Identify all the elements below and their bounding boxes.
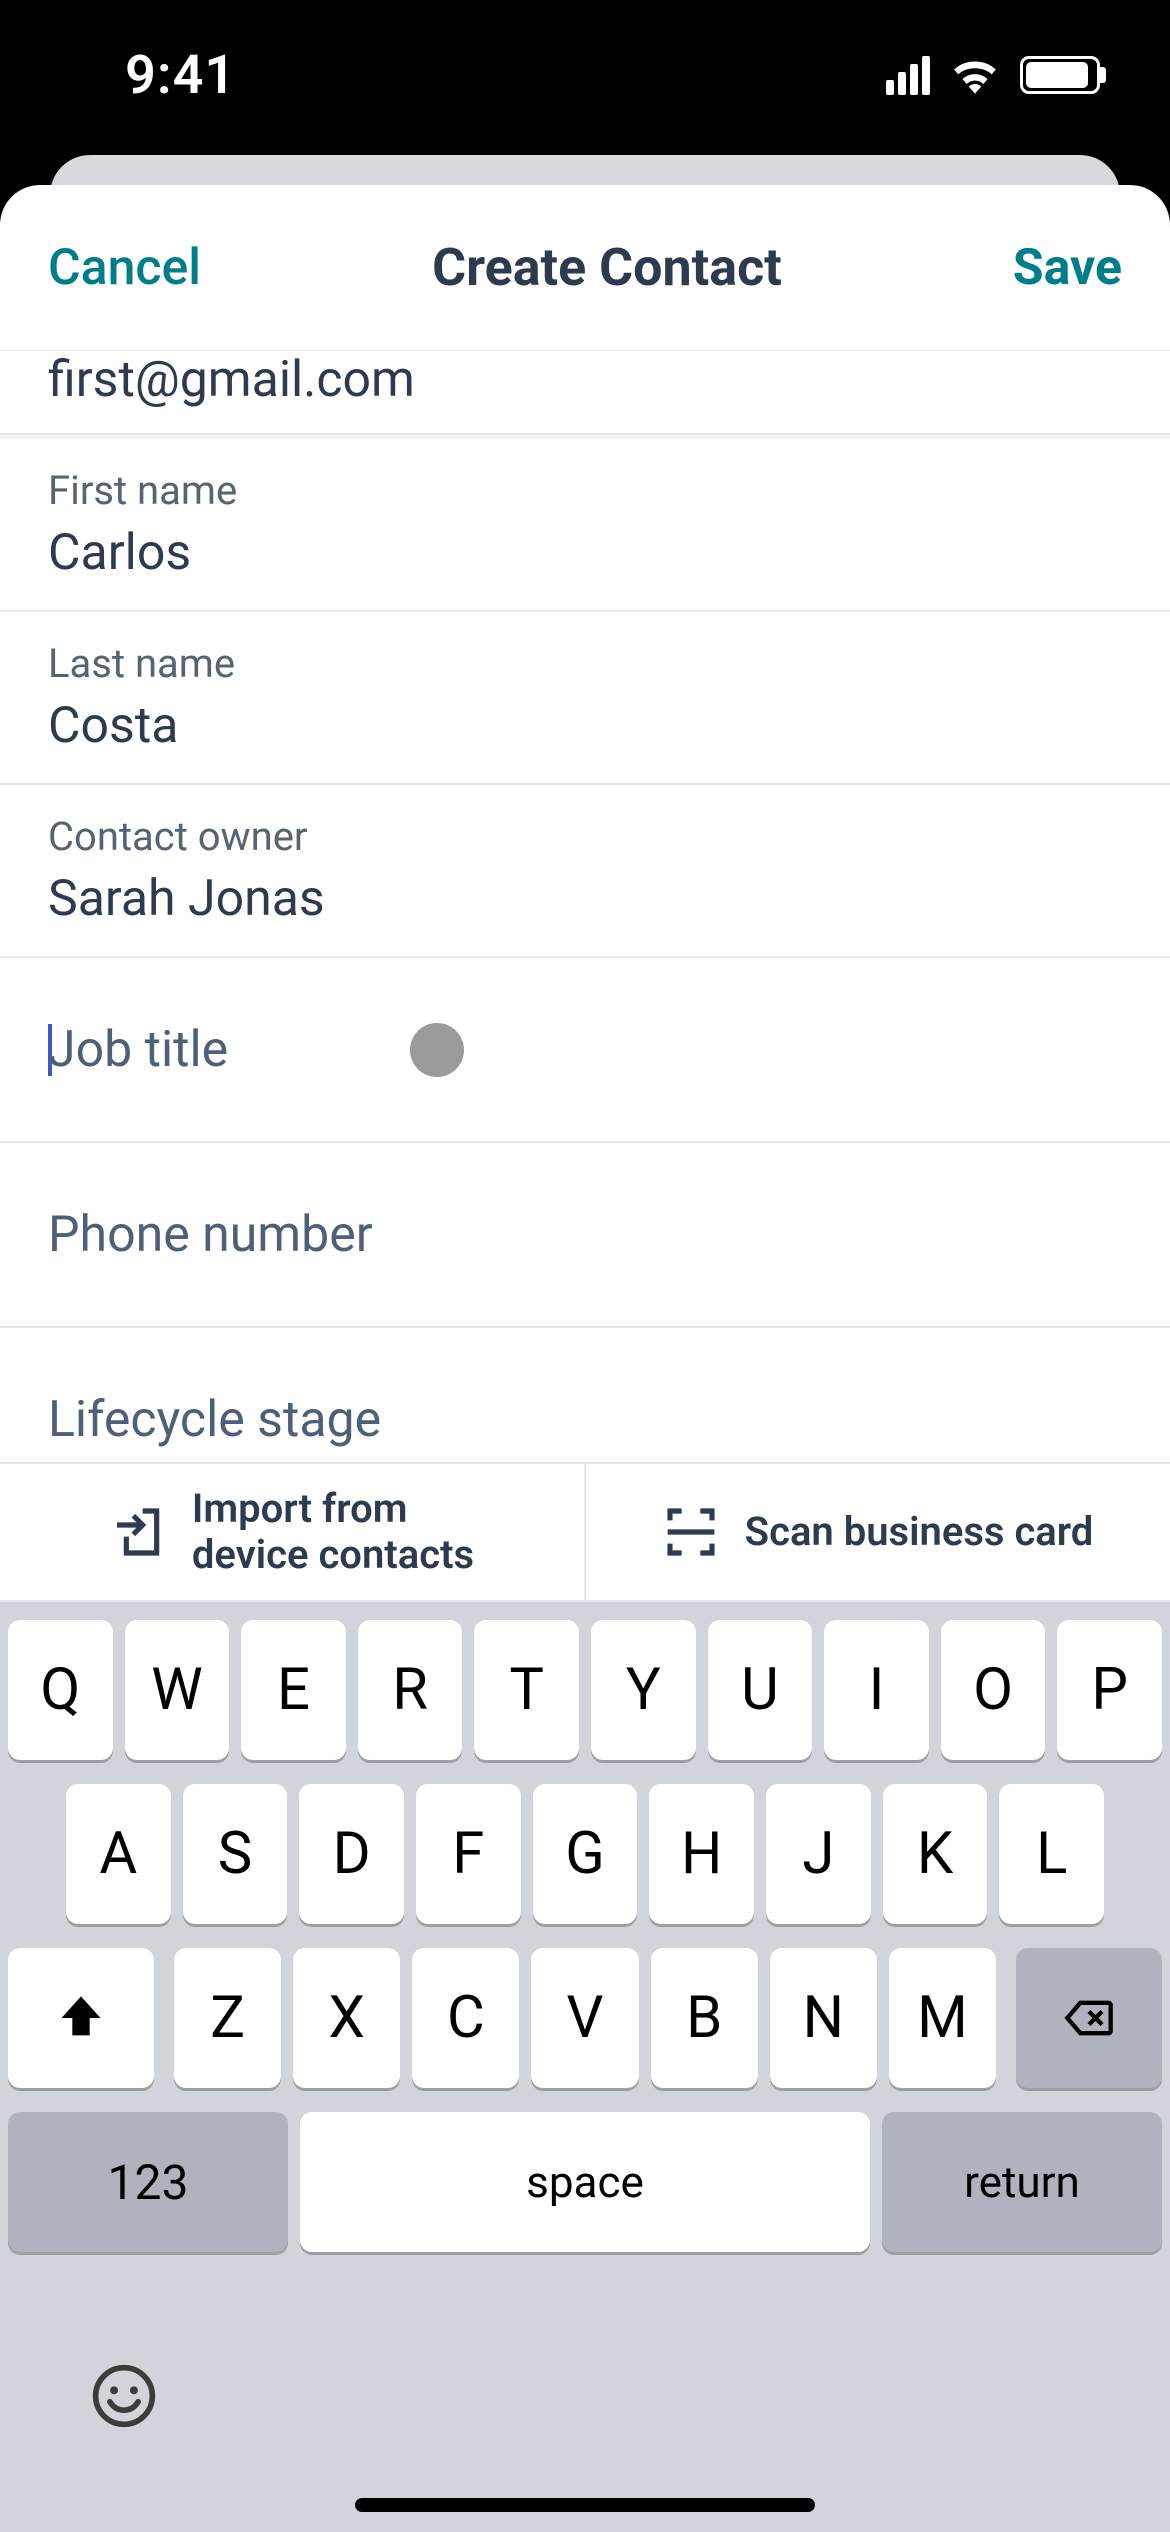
- phone-number-field[interactable]: Phone number: [0, 1143, 1170, 1328]
- key-h[interactable]: H: [649, 1784, 754, 1924]
- job-title-placeholder: Job title: [48, 1021, 228, 1079]
- scan-icon: [663, 1504, 719, 1560]
- cancel-button[interactable]: Cancel: [48, 239, 201, 297]
- contact-owner-value: Sarah Jonas: [48, 870, 1122, 928]
- key-b[interactable]: B: [651, 1948, 758, 2088]
- key-m[interactable]: M: [889, 1948, 996, 2088]
- key-n[interactable]: N: [770, 1948, 877, 2088]
- emoji-key[interactable]: [90, 2362, 158, 2447]
- email-value: first@gmail.com: [48, 351, 1122, 409]
- key-p[interactable]: P: [1057, 1620, 1162, 1760]
- key-t[interactable]: T: [474, 1620, 579, 1760]
- shift-icon: [55, 1992, 107, 2044]
- home-indicator[interactable]: [355, 2498, 815, 2512]
- key-q[interactable]: Q: [8, 1620, 113, 1760]
- key-u[interactable]: U: [708, 1620, 813, 1760]
- scan-card-button[interactable]: Scan business card: [584, 1464, 1170, 1600]
- last-name-label: Last name: [48, 640, 1122, 687]
- page-title: Create Contact: [432, 237, 782, 298]
- numbers-key[interactable]: 123: [8, 2112, 288, 2252]
- modal-sheet: Cancel Create Contact Save first@gmail.c…: [0, 185, 1170, 2532]
- first-name-value: Carlos: [48, 524, 1122, 582]
- backspace-icon: [1063, 1992, 1115, 2044]
- key-z[interactable]: Z: [174, 1948, 281, 2088]
- first-name-field[interactable]: First name Carlos: [0, 439, 1170, 612]
- status-icons: [886, 56, 1100, 95]
- email-field[interactable]: first@gmail.com: [0, 351, 1170, 435]
- key-e[interactable]: E: [241, 1620, 346, 1760]
- keyboard: QWERTYUIOP ASDFGHJKL ZXCVBNM 123 space r…: [0, 1602, 1170, 2532]
- scan-card-label: Scan business card: [745, 1509, 1094, 1555]
- key-s[interactable]: S: [183, 1784, 288, 1924]
- import-contacts-label: Import from device contacts: [192, 1486, 474, 1578]
- cellular-icon: [886, 56, 930, 95]
- import-icon: [110, 1504, 166, 1560]
- key-l[interactable]: L: [999, 1784, 1104, 1924]
- key-y[interactable]: Y: [591, 1620, 696, 1760]
- status-bar: 9:41: [0, 0, 1170, 150]
- action-bar: Import from device contacts Scan busines…: [0, 1462, 1170, 1602]
- key-o[interactable]: O: [941, 1620, 1046, 1760]
- key-x[interactable]: X: [293, 1948, 400, 2088]
- nav-bar: Cancel Create Contact Save: [0, 185, 1170, 350]
- key-j[interactable]: J: [766, 1784, 871, 1924]
- last-name-value: Costa: [48, 697, 1122, 755]
- key-d[interactable]: D: [299, 1784, 404, 1924]
- contact-owner-label: Contact owner: [48, 813, 1122, 860]
- lifecycle-stage-placeholder: Lifecycle stage: [48, 1391, 381, 1449]
- status-time: 9:41: [125, 44, 236, 107]
- key-a[interactable]: A: [66, 1784, 171, 1924]
- shift-key[interactable]: [8, 1948, 154, 2088]
- first-name-label: First name: [48, 467, 1122, 514]
- space-key[interactable]: space: [300, 2112, 870, 2252]
- touch-indicator-icon: [410, 1023, 464, 1077]
- key-i[interactable]: I: [824, 1620, 929, 1760]
- wifi-icon: [950, 56, 1000, 94]
- emoji-icon: [90, 2362, 158, 2430]
- lifecycle-stage-field[interactable]: Lifecycle stage: [0, 1328, 1170, 1462]
- key-w[interactable]: W: [125, 1620, 230, 1760]
- key-f[interactable]: F: [416, 1784, 521, 1924]
- battery-icon: [1020, 56, 1100, 94]
- key-v[interactable]: V: [531, 1948, 638, 2088]
- last-name-field[interactable]: Last name Costa: [0, 612, 1170, 785]
- job-title-field[interactable]: Job title: [0, 958, 1170, 1143]
- phone-number-placeholder: Phone number: [48, 1206, 373, 1264]
- key-k[interactable]: K: [883, 1784, 988, 1924]
- contact-form: first@gmail.com First name Carlos Last n…: [0, 350, 1170, 1462]
- save-button[interactable]: Save: [1013, 239, 1122, 297]
- key-g[interactable]: G: [533, 1784, 638, 1924]
- backspace-key[interactable]: [1016, 1948, 1162, 2088]
- contact-owner-field[interactable]: Contact owner Sarah Jonas: [0, 785, 1170, 958]
- return-key[interactable]: return: [882, 2112, 1162, 2252]
- key-c[interactable]: C: [412, 1948, 519, 2088]
- import-contacts-button[interactable]: Import from device contacts: [0, 1464, 584, 1600]
- key-r[interactable]: R: [358, 1620, 463, 1760]
